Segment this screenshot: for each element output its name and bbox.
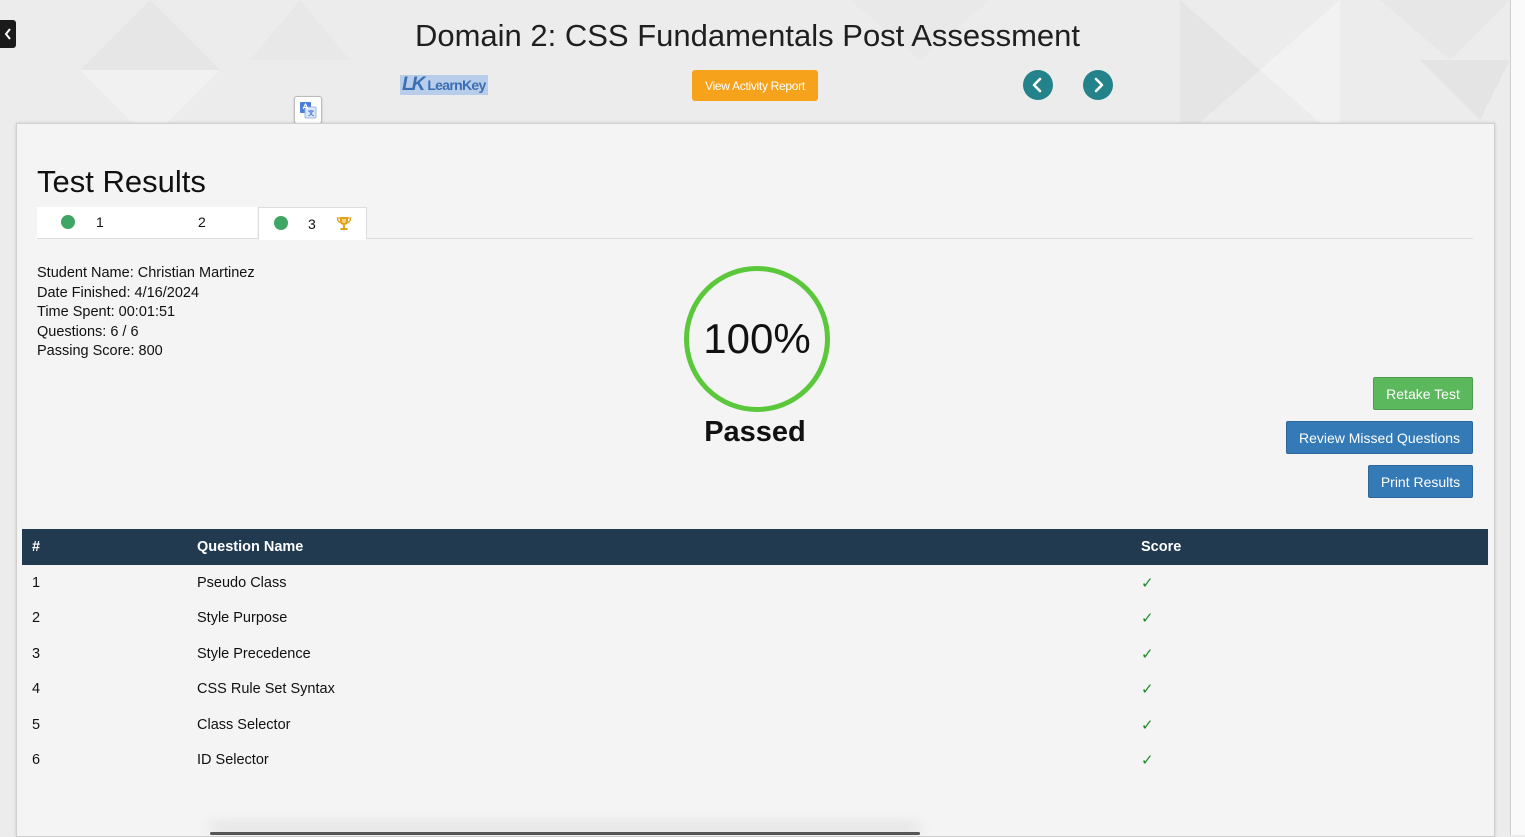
attempt-tabs-inactive: 1 2 bbox=[37, 207, 257, 238]
tab-attempt-3[interactable]: 3 bbox=[308, 216, 316, 232]
passing-score: Passing Score: 800 bbox=[37, 343, 163, 359]
chevron-right-icon bbox=[1094, 77, 1104, 93]
checkmark-icon: ✓ bbox=[1141, 574, 1154, 592]
chevron-left-icon bbox=[1032, 77, 1042, 93]
checkmark-icon: ✓ bbox=[1141, 610, 1154, 628]
column-header-number: # bbox=[32, 539, 41, 555]
checkmark-icon: ✓ bbox=[1141, 752, 1154, 770]
question-name: Style Precedence bbox=[197, 645, 311, 662]
table-header: # Question Name Score bbox=[22, 529, 1488, 565]
test-info: Student Name: Christian Martinez Date Fi… bbox=[37, 264, 255, 362]
trophy-icon bbox=[336, 217, 352, 230]
table-row: 6 ID Selector ✓ bbox=[22, 743, 1488, 779]
tab-attempt-1[interactable]: 1 bbox=[96, 214, 104, 230]
row-number: 2 bbox=[32, 610, 41, 627]
question-name: ID Selector bbox=[197, 752, 269, 769]
row-number: 5 bbox=[32, 716, 41, 733]
results-title: Test Results bbox=[37, 164, 206, 199]
review-missed-questions-button[interactable]: Review Missed Questions bbox=[1286, 421, 1473, 454]
questions-table: # Question Name Score 1 Pseudo Class ✓ 2… bbox=[22, 529, 1488, 778]
view-activity-report-button[interactable]: View Activity Report bbox=[692, 70, 818, 101]
column-header-score: Score bbox=[1141, 539, 1182, 555]
completed-status-dot bbox=[61, 215, 75, 229]
score-ring: 100% bbox=[684, 266, 830, 412]
student-name: Student Name: Christian Martinez bbox=[37, 265, 255, 281]
date-finished: Date Finished: 4/16/2024 bbox=[37, 284, 200, 301]
learnkey-logo[interactable]: LK LearnKey bbox=[400, 74, 488, 95]
table-row: 1 Pseudo Class ✓ bbox=[22, 565, 1488, 601]
table-row: 2 Style Purpose ✓ bbox=[22, 601, 1488, 637]
table-row: 3 Style Precedence ✓ bbox=[22, 636, 1488, 672]
attempt-tabs: 1 2 3 bbox=[37, 207, 1473, 240]
pass-status: Passed bbox=[704, 416, 806, 448]
row-number: 3 bbox=[32, 645, 41, 662]
print-results-button[interactable]: Print Results bbox=[1368, 465, 1473, 498]
logo-text: LearnKey bbox=[427, 77, 486, 93]
translate-button[interactable] bbox=[294, 96, 322, 124]
checkmark-icon: ✓ bbox=[1141, 645, 1154, 663]
table-row: 4 CSS Rule Set Syntax ✓ bbox=[22, 672, 1488, 708]
time-spent: Time Spent: 00:01:51 bbox=[37, 304, 176, 320]
logo-mark: LK bbox=[402, 74, 425, 95]
table-row: 5 Class Selector ✓ bbox=[22, 707, 1488, 743]
score-value: 100% bbox=[703, 315, 811, 362]
previous-button[interactable] bbox=[1023, 70, 1053, 100]
question-name: CSS Rule Set Syntax bbox=[197, 681, 335, 698]
questions-count: Questions: 6 / 6 bbox=[37, 323, 139, 340]
translate-icon bbox=[300, 102, 317, 119]
retake-test-button[interactable]: Retake Test bbox=[1373, 377, 1473, 410]
question-name: Class Selector bbox=[197, 716, 291, 733]
question-name: Style Purpose bbox=[197, 610, 288, 627]
row-number: 1 bbox=[32, 574, 41, 591]
page-title: Domain 2: CSS Fundamentals Post Assessme… bbox=[414, 18, 1081, 53]
tab-attempt-3-active[interactable]: 3 bbox=[258, 207, 367, 240]
checkmark-icon: ✓ bbox=[1141, 716, 1154, 734]
row-number: 4 bbox=[32, 681, 41, 698]
tab-attempt-2[interactable]: 2 bbox=[198, 214, 206, 230]
next-button[interactable] bbox=[1083, 70, 1113, 100]
window-edge bbox=[1510, 0, 1525, 835]
question-name: Pseudo Class bbox=[197, 574, 287, 591]
checkmark-icon: ✓ bbox=[1141, 681, 1154, 699]
completed-status-dot bbox=[274, 216, 288, 230]
column-header-question-name: Question Name bbox=[197, 539, 304, 555]
row-number: 6 bbox=[32, 752, 41, 769]
results-panel: Test Results 1 2 3 Student Name: Christi… bbox=[16, 123, 1495, 837]
